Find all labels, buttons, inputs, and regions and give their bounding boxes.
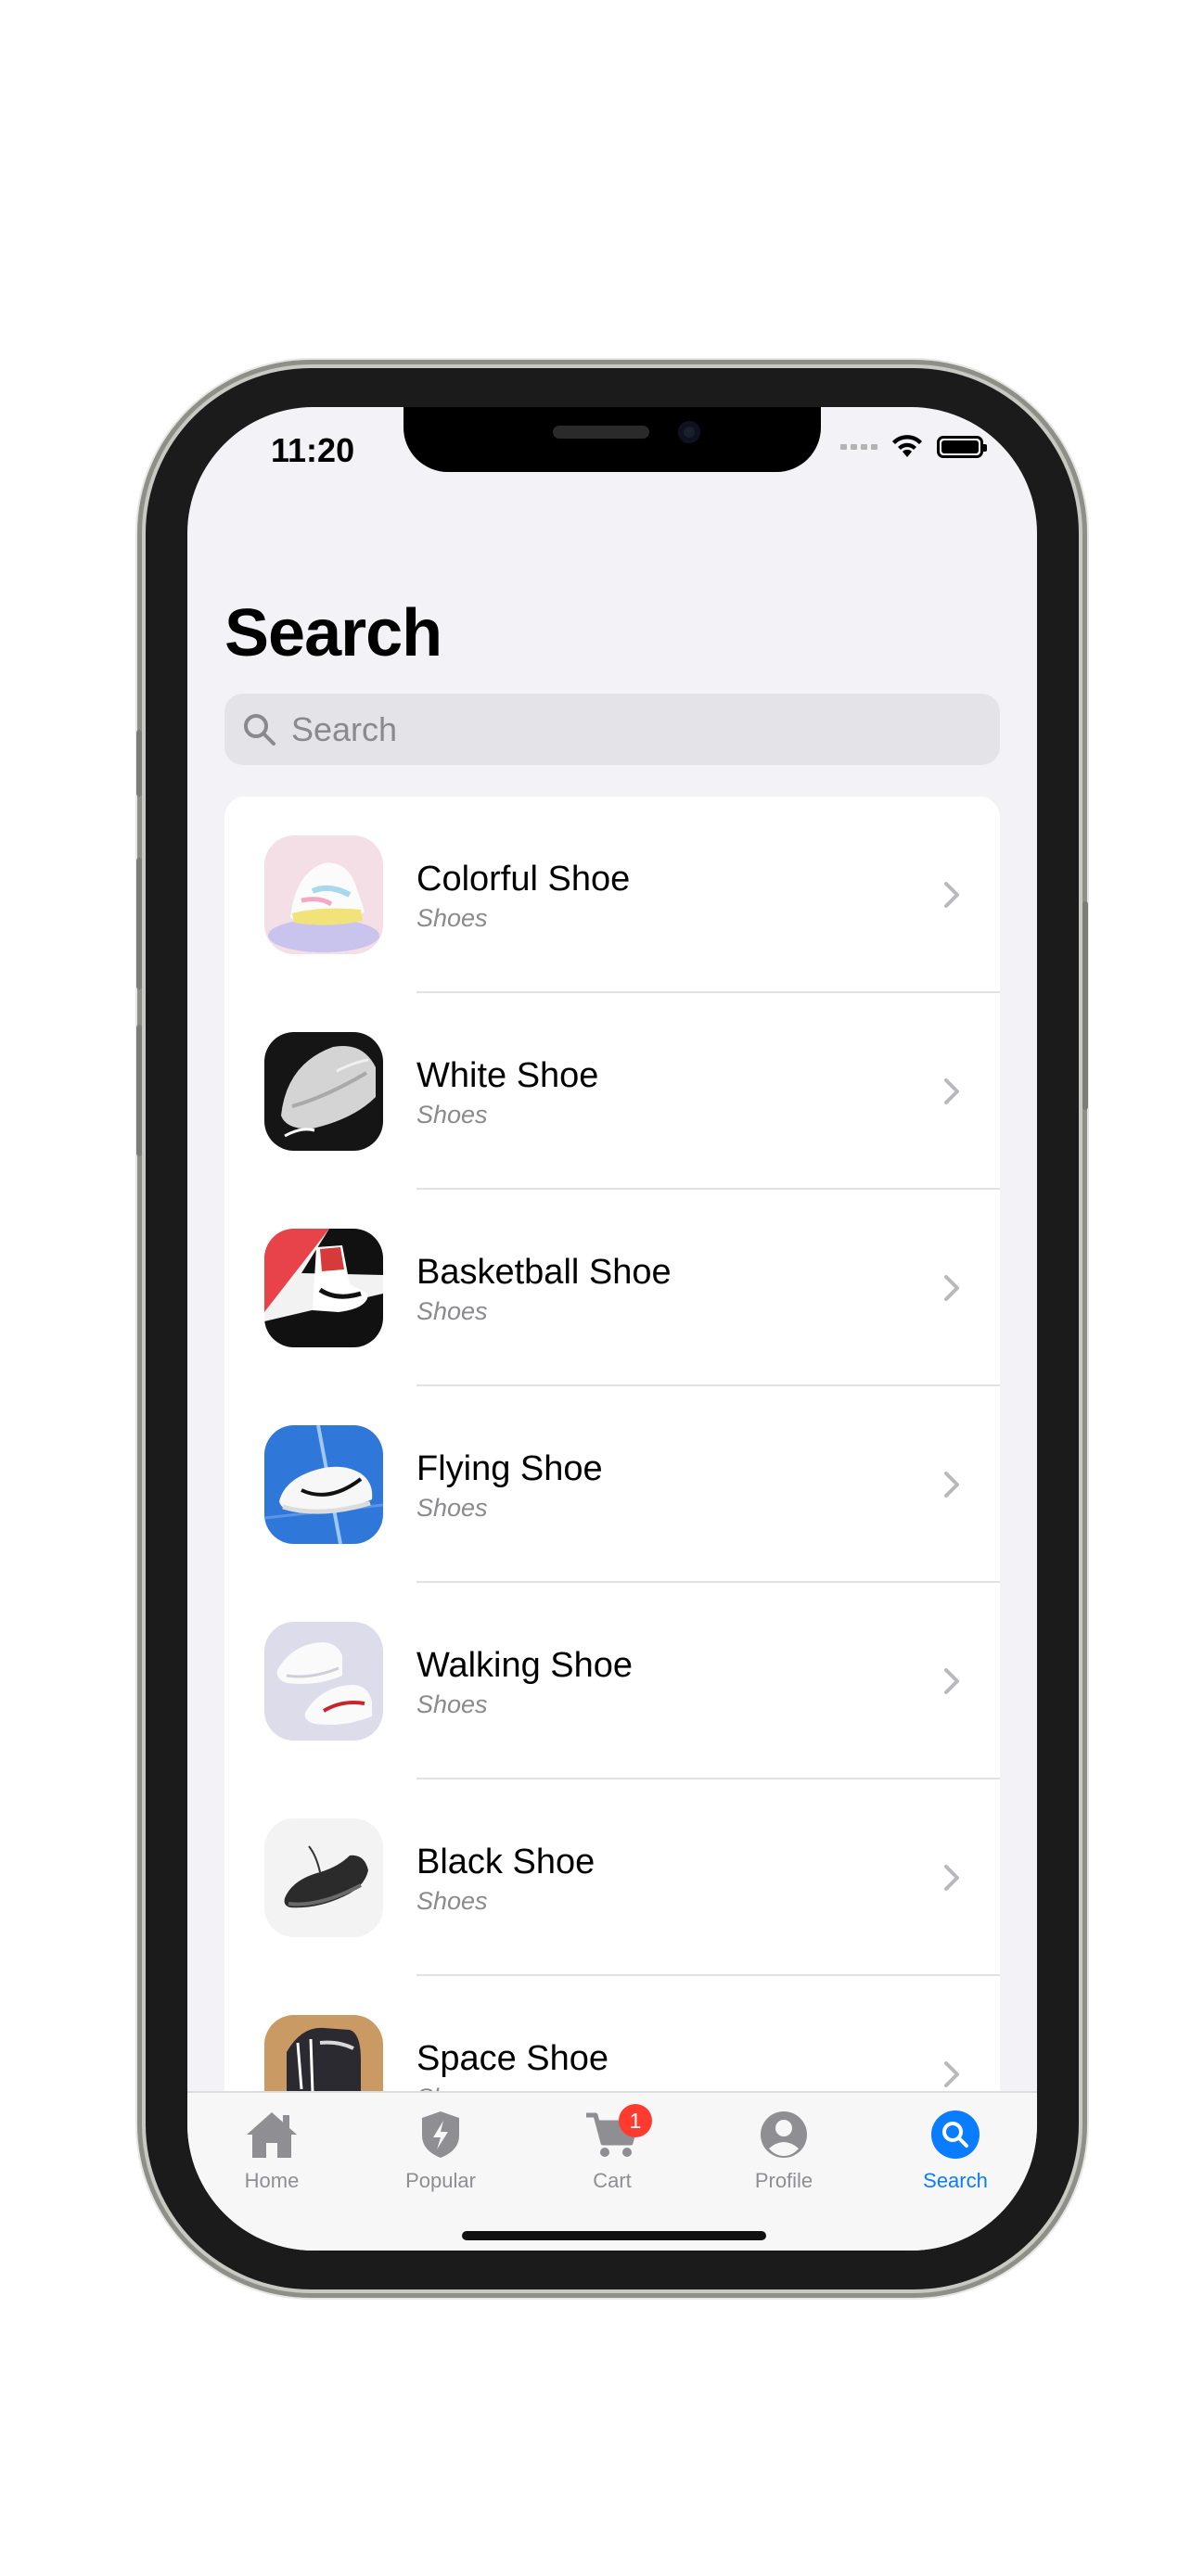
screen: 11:20 Search Search Colorful Shoe Shoes … bbox=[187, 407, 1037, 2251]
front-camera bbox=[678, 421, 700, 443]
phone-frame: 11:20 Search Search Colorful Shoe Shoes … bbox=[136, 368, 1088, 2289]
search-icon bbox=[244, 713, 275, 746]
tab-profile[interactable]: Profile bbox=[714, 2106, 853, 2193]
chevron-right-icon bbox=[944, 1472, 959, 1498]
status-time: 11:20 bbox=[271, 431, 355, 469]
bolt-shield-icon bbox=[422, 2111, 459, 2158]
black-shoe-thumbnail bbox=[264, 1818, 383, 1937]
speaker bbox=[553, 426, 649, 439]
list-item[interactable]: Colorful Shoe Shoes bbox=[224, 797, 1000, 993]
chevron-right-icon bbox=[944, 1078, 959, 1104]
list-item[interactable]: Basketball Shoe Shoes bbox=[224, 1190, 1000, 1386]
list-item[interactable]: White Shoe Shoes bbox=[224, 993, 1000, 1190]
basketball-shoe-thumbnail bbox=[264, 1229, 383, 1347]
tab-search[interactable]: Search bbox=[886, 2106, 1025, 2193]
home-indicator bbox=[462, 2231, 766, 2240]
page-title: Search bbox=[224, 596, 442, 670]
house-icon bbox=[247, 2112, 297, 2158]
person-circle-icon bbox=[761, 2111, 807, 2158]
tab-bar: Home Popular 1 Cart Profile Search bbox=[187, 2091, 1037, 2251]
cellular-signal-icon bbox=[840, 444, 877, 450]
list-item[interactable]: Black Shoe Shoes bbox=[224, 1779, 1000, 1976]
product-name: Space Shoe bbox=[416, 2039, 609, 2078]
wifi-icon bbox=[892, 435, 922, 457]
flying-shoe-thumbnail bbox=[264, 1425, 383, 1544]
status-icons bbox=[840, 435, 987, 459]
chevron-right-icon bbox=[944, 1275, 959, 1301]
chevron-right-icon bbox=[944, 882, 959, 908]
product-name: Black Shoe bbox=[416, 1843, 596, 1881]
notch bbox=[403, 407, 821, 472]
tab-label: Search bbox=[923, 2169, 988, 2192]
product-category: Shoes bbox=[416, 1101, 488, 1129]
product-name: Basketball Shoe bbox=[416, 1253, 672, 1292]
product-name: White Shoe bbox=[416, 1056, 599, 1095]
chevron-right-icon bbox=[944, 1865, 959, 1891]
volume-down-button bbox=[136, 1025, 142, 1156]
product-category: Shoes bbox=[416, 1887, 488, 1915]
white-shoe-thumbnail bbox=[264, 1032, 383, 1151]
product-name: Walking Shoe bbox=[416, 1646, 634, 1685]
product-category: Shoes bbox=[416, 1297, 488, 1325]
search-input[interactable] bbox=[289, 708, 980, 750]
chevron-right-icon bbox=[944, 2061, 959, 2087]
product-category: Shoes bbox=[416, 904, 488, 932]
tab-label: Home bbox=[244, 2169, 300, 2192]
battery-icon bbox=[937, 436, 987, 458]
product-name: Flying Shoe bbox=[416, 1449, 603, 1488]
tab-cart[interactable]: 1 Cart bbox=[543, 2104, 682, 2193]
chevron-right-icon bbox=[944, 1668, 959, 1694]
power-button bbox=[1082, 901, 1088, 1110]
product-name: Colorful Shoe bbox=[416, 860, 631, 899]
colorful-shoe-thumbnail bbox=[264, 835, 383, 954]
tab-label: Popular bbox=[405, 2169, 476, 2192]
silent-switch bbox=[136, 730, 142, 797]
list-item[interactable]: Walking Shoe Shoes bbox=[224, 1583, 1000, 1779]
tab-label: Profile bbox=[754, 2169, 813, 2192]
product-list: Colorful Shoe Shoes White Shoe Shoes Bas… bbox=[224, 797, 1000, 2173]
search-circle-icon bbox=[931, 2111, 980, 2159]
search-bar[interactable] bbox=[224, 694, 1000, 765]
tab-label: Cart bbox=[593, 2169, 632, 2192]
walking-shoe-thumbnail bbox=[264, 1622, 383, 1741]
product-category: Shoes bbox=[416, 1494, 488, 1522]
cart-badge: 1 bbox=[619, 2104, 652, 2137]
tab-home[interactable]: Home bbox=[202, 2106, 341, 2193]
list-item[interactable]: Flying Shoe Shoes bbox=[224, 1386, 1000, 1583]
product-category: Shoes bbox=[416, 1690, 488, 1718]
volume-up-button bbox=[136, 858, 142, 989]
tab-popular[interactable]: Popular bbox=[371, 2106, 510, 2193]
